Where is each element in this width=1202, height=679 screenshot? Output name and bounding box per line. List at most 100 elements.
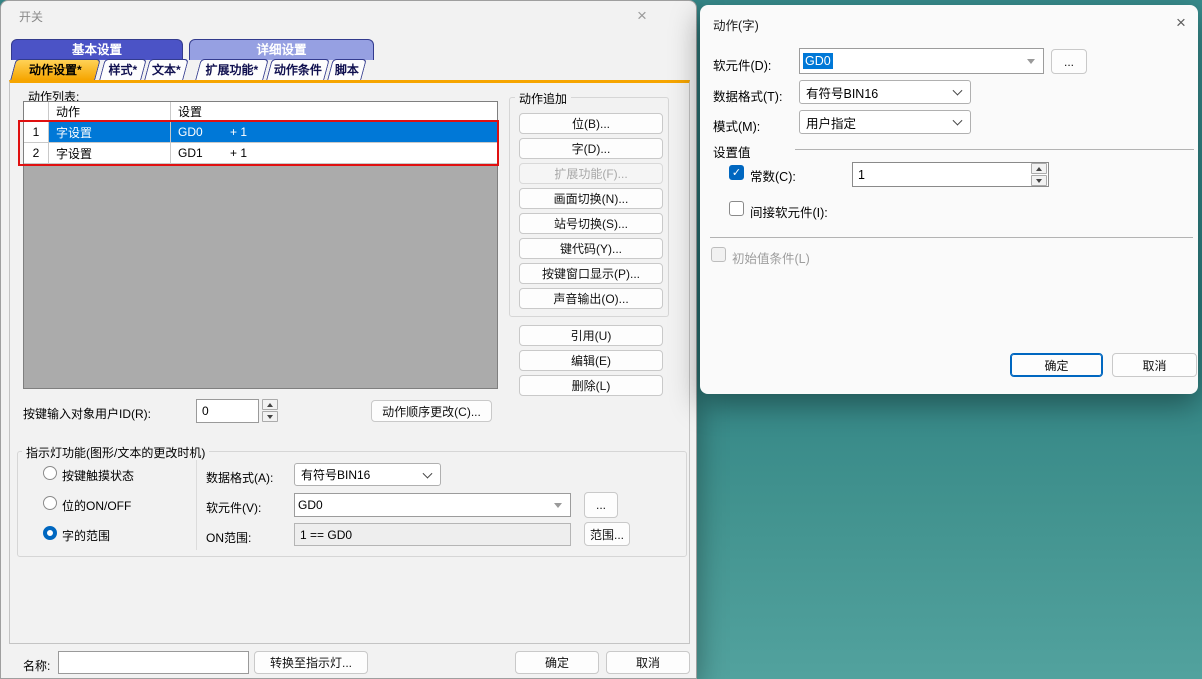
- check-icon: ✓: [732, 166, 741, 179]
- add-key-code-button[interactable]: 键代码(Y)...: [519, 238, 663, 259]
- on-range-label: ON范围:: [206, 529, 251, 546]
- mode-value: 用户指定: [806, 113, 856, 132]
- radio-key-touch-state[interactable]: [43, 466, 57, 480]
- spin-down-icon[interactable]: [1031, 175, 1047, 186]
- reference-button[interactable]: 引用(U): [519, 325, 663, 346]
- radio-word-range[interactable]: [43, 526, 57, 540]
- tab-action-condition[interactable]: 动作条件: [266, 59, 330, 80]
- chevron-down-icon: [953, 116, 963, 126]
- row-device: GD0: [178, 125, 230, 139]
- data-format-label: 数据格式(A):: [206, 469, 273, 486]
- lamp-function-group-label: 指示灯功能(图形/文本的更改时机): [22, 444, 209, 461]
- add-station-switch-button[interactable]: 站号切换(S)...: [519, 213, 663, 234]
- chevron-down-icon: [423, 468, 433, 478]
- row-action: 字设置: [49, 143, 171, 163]
- spin-up-icon[interactable]: [1031, 163, 1047, 174]
- on-range-field: 1 == GD0: [294, 523, 571, 546]
- table-row[interactable]: 2 字设置 GD1+ 1: [24, 143, 497, 164]
- tab-label: 动作设置*: [14, 60, 97, 80]
- chevron-down-icon: [953, 86, 963, 96]
- tab-group-detail-settings: 详细设置: [189, 39, 374, 60]
- user-id-stepper[interactable]: [262, 399, 278, 422]
- close-icon[interactable]: ×: [1170, 12, 1192, 34]
- initial-condition-checkbox: [711, 247, 726, 262]
- user-id-label: 按键输入对象用户ID(R):: [23, 405, 151, 422]
- desktop-canvas: { "icons": { "close": "×", "check": "✓",…: [0, 0, 1202, 679]
- lamp-divider: [196, 460, 197, 550]
- name-label: 名称:: [23, 657, 50, 674]
- device-browse-button[interactable]: ...: [1051, 49, 1087, 74]
- device-combo[interactable]: GD0: [799, 48, 1044, 74]
- row-num: 2: [24, 143, 49, 163]
- on-range-value: 1 == GD0: [300, 528, 352, 542]
- switch-dialog: 开关 × 基本设置 详细设置 动作设置* 样式* 文本* 扩展功能* 动作条件 …: [0, 0, 697, 679]
- range-button[interactable]: 范围...: [584, 522, 630, 546]
- col-header-num: [24, 102, 49, 121]
- switch-dialog-title: 开关: [19, 8, 43, 25]
- user-id-input[interactable]: 0: [196, 399, 259, 423]
- mode-label: 模式(M):: [713, 116, 760, 135]
- row-value: + 1: [230, 146, 247, 160]
- radio-key-touch-state-label: 按键触摸状态: [62, 467, 134, 484]
- row-action: 字设置: [49, 122, 171, 142]
- tab-script[interactable]: 脚本: [327, 59, 367, 80]
- tab-label: 脚本: [331, 60, 363, 80]
- constant-input[interactable]: 1: [852, 162, 1049, 187]
- close-icon[interactable]: ×: [631, 5, 653, 27]
- tab-action-settings[interactable]: 动作设置*: [10, 59, 101, 80]
- add-bit-button[interactable]: 位(B)...: [519, 113, 663, 134]
- tab-style[interactable]: 样式*: [99, 59, 147, 80]
- name-input[interactable]: [58, 651, 249, 674]
- constant-label: 常数(C):: [750, 166, 796, 185]
- spin-up-icon[interactable]: [262, 399, 278, 410]
- col-header-setting: 设置: [171, 102, 497, 121]
- constant-value: 1: [858, 168, 865, 182]
- data-format-select[interactable]: 有符号BIN16: [294, 463, 441, 486]
- constant-stepper[interactable]: [1031, 163, 1047, 186]
- add-key-window-button[interactable]: 按键窗口显示(P)...: [519, 263, 663, 284]
- initial-condition-label: 初始值条件(L): [732, 248, 810, 267]
- indirect-device-checkbox[interactable]: [729, 201, 744, 216]
- tab-group-basic-settings: 基本设置: [11, 39, 183, 60]
- indirect-device-label: 间接软元件(I):: [750, 202, 828, 221]
- edit-button[interactable]: 编辑(E): [519, 350, 663, 371]
- device-label: 软元件(D):: [713, 55, 771, 74]
- action-list-table: 动作 设置 1 字设置 GD0+ 1 2 字设置 GD1+ 1: [23, 101, 498, 389]
- row-setting: GD1+ 1: [171, 143, 497, 163]
- radio-bit-onoff[interactable]: [43, 496, 57, 510]
- ok-button[interactable]: 确定: [1010, 353, 1103, 377]
- data-format-value: 有符号BIN16: [301, 466, 370, 483]
- device-value: GD0: [803, 53, 833, 69]
- tab-label: 动作条件: [270, 60, 326, 80]
- cancel-button[interactable]: 取消: [606, 651, 690, 674]
- device-combo[interactable]: GD0: [294, 493, 571, 517]
- table-row[interactable]: 1 字设置 GD0+ 1: [24, 122, 497, 143]
- user-id-value: 0: [202, 404, 209, 418]
- ok-button[interactable]: 确定: [515, 651, 599, 674]
- spin-down-icon[interactable]: [262, 411, 278, 422]
- set-value-separator: [795, 149, 1194, 150]
- tab-extended-function[interactable]: 扩展功能*: [195, 59, 269, 80]
- cancel-button[interactable]: 取消: [1112, 353, 1197, 377]
- set-value-label: 设置值: [713, 142, 751, 161]
- delete-button[interactable]: 删除(L): [519, 375, 663, 396]
- data-format-label: 数据格式(T):: [713, 86, 782, 105]
- device-browse-button[interactable]: ...: [584, 492, 618, 518]
- dropdown-arrow-icon: [1027, 59, 1035, 64]
- add-screen-switch-button[interactable]: 画面切换(N)...: [519, 188, 663, 209]
- add-sound-output-button[interactable]: 声音输出(O)...: [519, 288, 663, 309]
- add-word-button[interactable]: 字(D)...: [519, 138, 663, 159]
- table-header-row: 动作 设置: [24, 102, 497, 122]
- tab-text[interactable]: 文本*: [144, 59, 189, 80]
- word-dialog-title: 动作(字): [713, 15, 759, 34]
- device-value: GD0: [298, 498, 323, 512]
- mode-select[interactable]: 用户指定: [799, 110, 971, 134]
- col-header-action: 动作: [49, 102, 171, 121]
- tab-label: 样式*: [103, 60, 143, 80]
- section-separator: [710, 237, 1193, 238]
- tab-label: 扩展功能*: [199, 60, 265, 80]
- constant-checkbox[interactable]: ✓: [729, 165, 744, 180]
- data-format-select[interactable]: 有符号BIN16: [799, 80, 971, 104]
- convert-to-lamp-button[interactable]: 转换至指示灯...: [254, 651, 368, 674]
- change-order-button[interactable]: 动作顺序更改(C)...: [371, 400, 492, 422]
